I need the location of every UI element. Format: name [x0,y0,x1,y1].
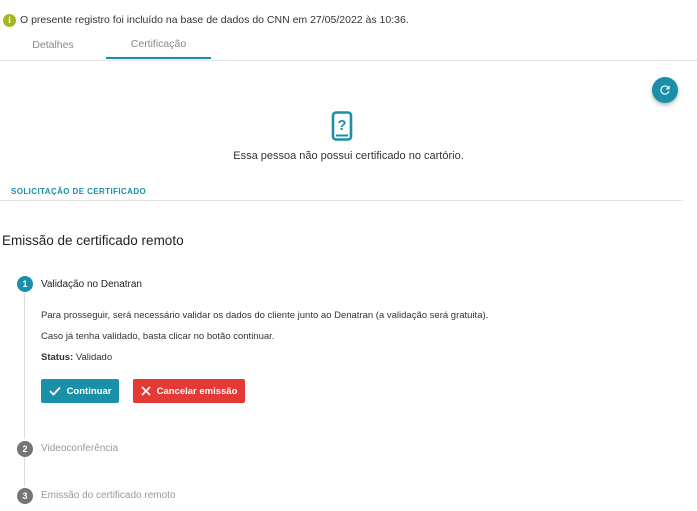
step-instruction: Caso já tenha validado, basta clicar no … [41,331,275,342]
page-title: Emissão de certificado remoto [2,233,184,248]
tab-certificacao[interactable]: Certificação [106,30,211,59]
continue-label: Continuar [66,385,112,397]
step-number-2: 2 [17,441,33,457]
tab-bar: Detalhes Certificação [0,30,697,61]
status-line: Status: Validado [41,352,112,363]
refresh-icon [660,85,670,95]
info-icon: i [3,13,16,27]
step-connector [24,293,25,439]
step-title-videoconferencia: Videoconferência [41,443,119,454]
status-value: Validado [75,352,113,363]
status-label: Status: [41,352,74,363]
step-title-emissao: Emissão do certificado remoto [41,490,176,501]
tab-detalhes[interactable]: Detalhes [0,30,106,59]
section-heading: SOLICITAÇÃO DE CERTIFICADO [11,187,147,196]
notice-text: O presente registro foi incluído na base… [20,14,409,26]
step-number-3: 3 [17,488,33,504]
check-icon [48,386,61,396]
step-connector [24,457,25,487]
step-number-1: 1 [17,276,33,292]
cancel-emission-button[interactable]: Cancelar emissão [133,379,245,403]
svg-text:?: ? [337,117,346,134]
step-title-validacao: Validação no Denatran [41,279,142,290]
registry-notice: i O presente registro foi incluído na ba… [3,12,409,28]
refresh-button[interactable] [652,77,678,103]
continue-button[interactable]: Continuar [41,379,119,403]
empty-state-message: Essa pessoa não possui certificado no ca… [233,150,464,162]
cancel-label: Cancelar emissão [156,385,238,397]
step-description: Para prosseguir, será necessário validar… [41,310,489,321]
section-divider [0,200,683,201]
phone-question-icon: ? [331,111,353,141]
close-icon [141,386,151,396]
